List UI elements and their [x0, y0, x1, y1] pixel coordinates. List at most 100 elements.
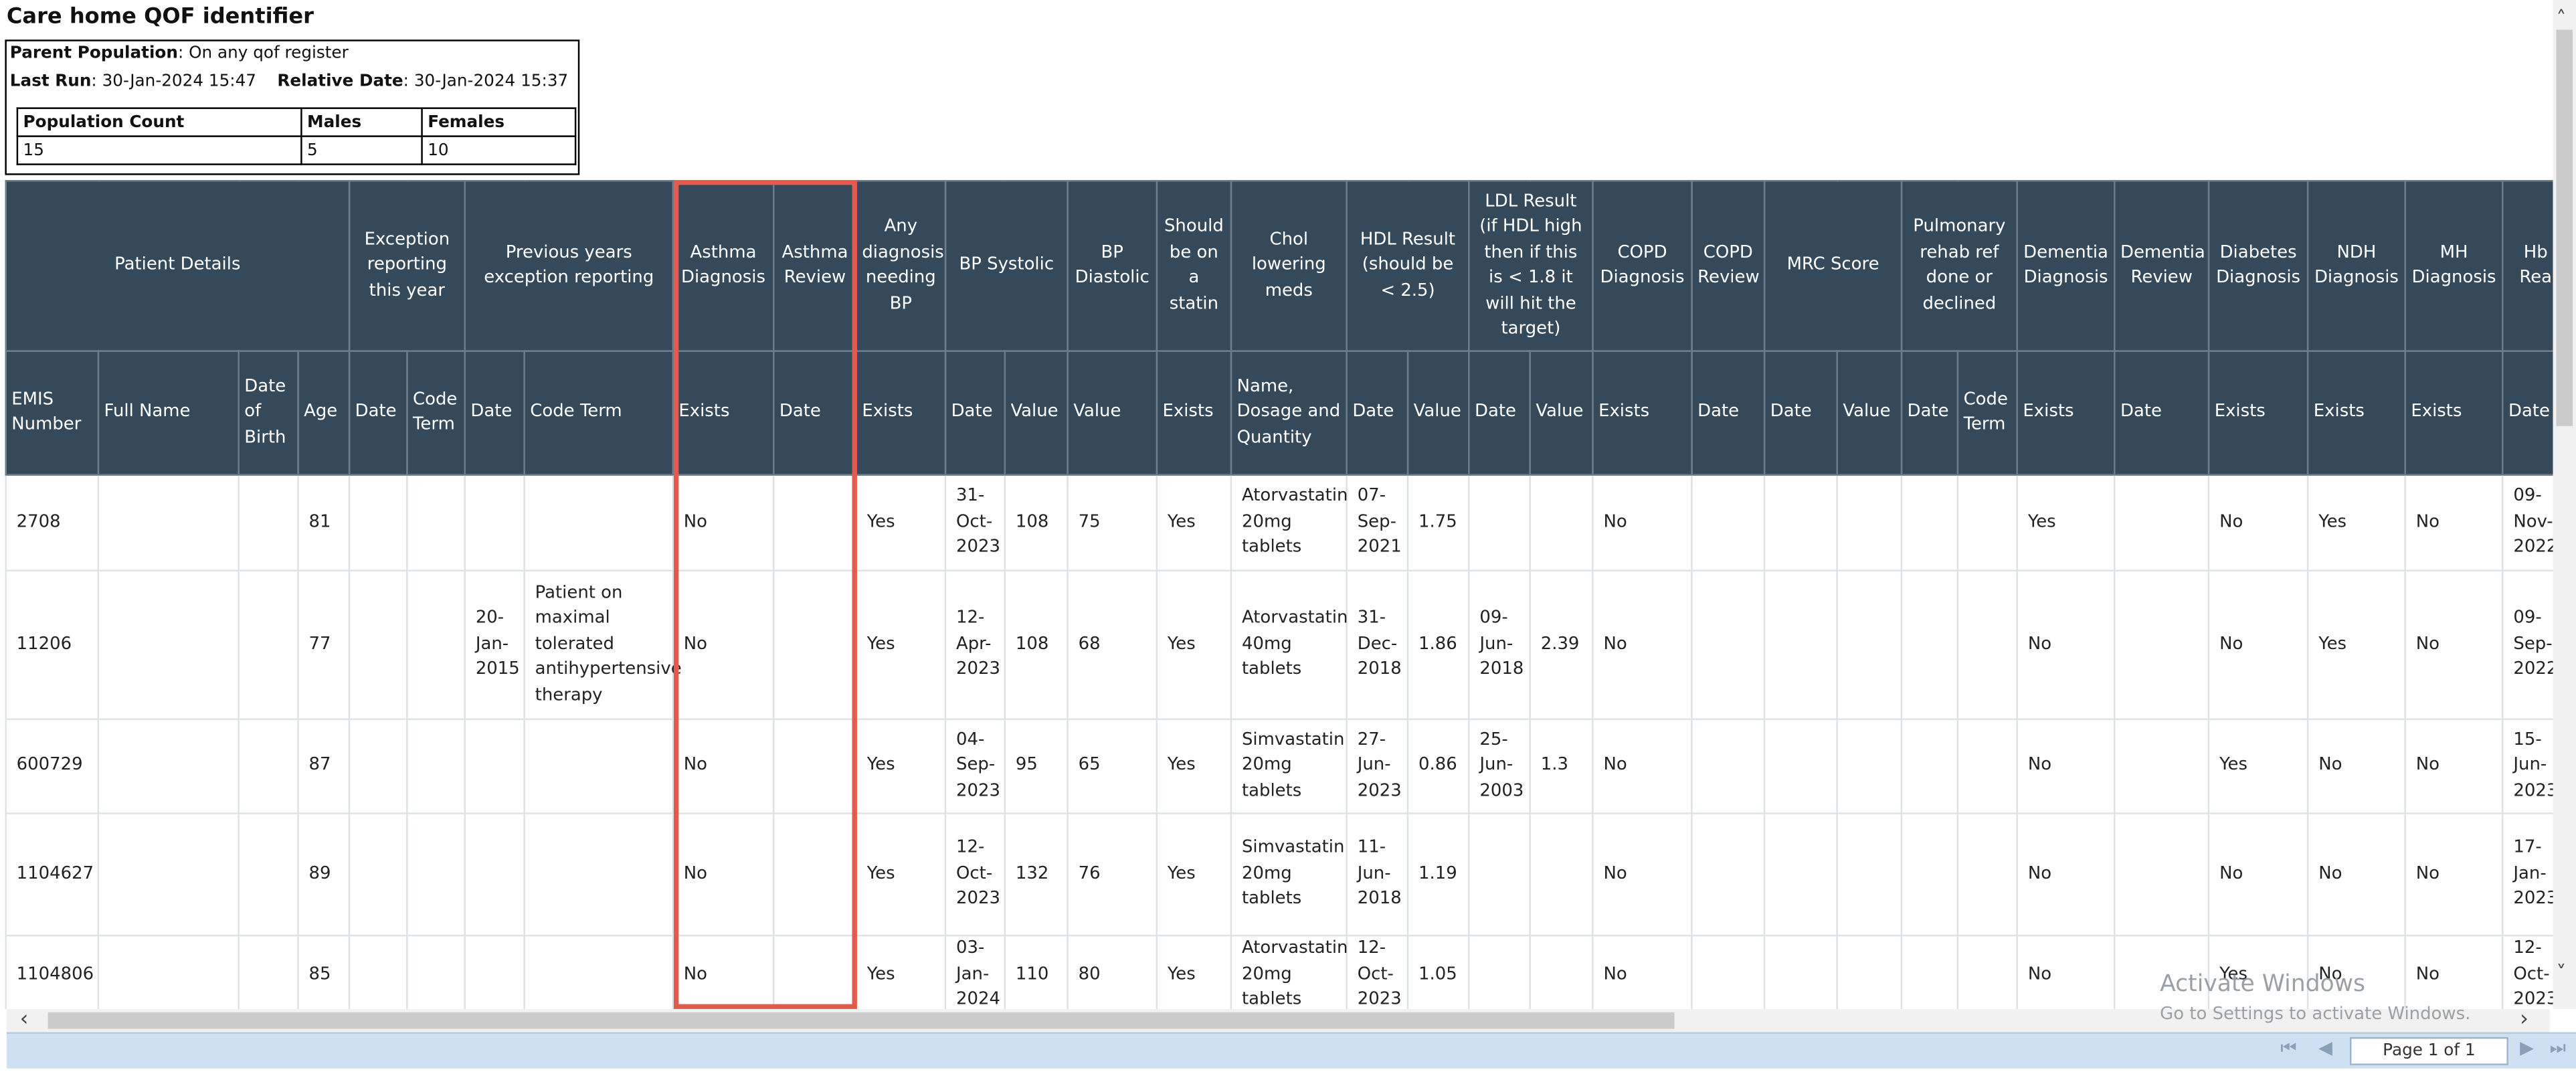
table-cell: [1529, 474, 1594, 571]
column-header[interactable]: Value: [1004, 350, 1069, 476]
previous-page-icon[interactable]: ◀: [2318, 1037, 2332, 1059]
table-cell: 600729: [5, 718, 100, 814]
table-cell: 15-Jun-2023: [2502, 718, 2553, 814]
column-header[interactable]: Exists: [1592, 350, 1693, 476]
table-row[interactable]: 1104627 89 No Yes 12-Oct-2023 132 76 Yes Simvast…: [5, 812, 2553, 937]
column-header[interactable]: Exists: [2306, 350, 2406, 476]
table-row[interactable]: 11206 77 20-Jan-2015 Patient on maximal tol…: [5, 569, 2553, 721]
population-count-table: Population Count Males Females 15 5 10: [16, 107, 577, 165]
column-header[interactable]: Date: [464, 350, 525, 476]
table-cell: No: [2306, 812, 2406, 937]
table-cell: [348, 474, 408, 571]
group-header-copd-review: COPD Review: [1691, 180, 1766, 352]
table-cell: [464, 474, 525, 571]
vertical-scroll-thumb[interactable]: [2556, 29, 2573, 426]
males-value: 5: [300, 135, 423, 165]
column-header[interactable]: Code Term: [1956, 350, 2019, 476]
parent-population-label: Parent Population: [9, 44, 178, 63]
group-header-statin-indicated: Should be on a statin: [1156, 180, 1232, 352]
table-cell: [1956, 812, 2019, 937]
column-header[interactable]: Date: [2502, 350, 2553, 476]
vertical-scrollbar[interactable]: ˄ ˅: [2553, 0, 2576, 1009]
column-header[interactable]: Value: [1836, 350, 1903, 476]
column-header[interactable]: EMIS Number: [5, 350, 100, 476]
column-header[interactable]: Date of Birth: [238, 350, 299, 476]
scroll-down-icon[interactable]: ˅: [2556, 961, 2566, 984]
column-header[interactable]: Exists: [2404, 350, 2504, 476]
column-header[interactable]: Exists: [1156, 350, 1232, 476]
column-header[interactable]: Exists: [855, 350, 947, 476]
column-header[interactable]: Date: [944, 350, 1006, 476]
table-cell: [1956, 474, 2019, 571]
table-cell: [406, 934, 466, 1009]
horizontal-scroll-thumb[interactable]: [48, 1012, 1675, 1029]
column-header[interactable]: Name, Dosage and Quantity: [1230, 350, 1348, 476]
scroll-up-icon[interactable]: ˄: [2556, 7, 2566, 30]
column-header[interactable]: Exists: [2207, 350, 2309, 476]
table-cell: No: [672, 812, 775, 937]
table-cell: [464, 718, 525, 814]
scroll-left-icon[interactable]: ‹: [20, 1008, 29, 1033]
report-title: Care home QOF identifier: [6, 5, 314, 30]
column-header[interactable]: Value: [1406, 350, 1470, 476]
table-cell: 68: [1067, 569, 1158, 721]
table-cell: 31-Oct-2023: [944, 474, 1006, 571]
table-cell: [523, 474, 674, 571]
column-header[interactable]: Exists: [2016, 350, 2116, 476]
column-header[interactable]: Date: [773, 350, 857, 476]
last-page-icon[interactable]: ⏭: [2550, 1037, 2566, 1061]
table-cell: [1956, 934, 2019, 1009]
table-cell: Yes: [855, 474, 947, 571]
table-cell: [406, 474, 466, 571]
table-cell: 2.39: [1529, 569, 1594, 721]
column-header[interactable]: Date: [1691, 350, 1766, 476]
table-row[interactable]: 600729 87 No Yes 04-Sep-2023 95 65 Yes Simvastat…: [5, 718, 2553, 814]
column-header[interactable]: Code Term: [523, 350, 674, 476]
table-cell: [1468, 474, 1531, 571]
table-cell: [523, 934, 674, 1009]
first-page-icon[interactable]: ⏮: [2280, 1037, 2296, 1061]
column-header[interactable]: Date: [1346, 350, 1409, 476]
column-header[interactable]: Exists: [672, 350, 775, 476]
redacted-date-of-birth: [238, 569, 299, 721]
table-cell: [2114, 569, 2210, 721]
column-header[interactable]: Date: [348, 350, 408, 476]
column-header[interactable]: Value: [1067, 350, 1158, 476]
table-cell: [348, 812, 408, 937]
column-header[interactable]: Date: [1763, 350, 1838, 476]
table-cell: Yes: [2306, 474, 2406, 571]
column-header[interactable]: Value: [1529, 350, 1594, 476]
table-cell: 132: [1004, 812, 1069, 937]
column-header[interactable]: Code Term: [406, 350, 466, 476]
page-indicator: Page 1 of 1: [2349, 1037, 2508, 1065]
group-header-exception-this-year: Exception reporting this year: [348, 180, 466, 352]
table-cell: [1691, 812, 1766, 937]
redacted-date-of-birth: [238, 474, 299, 571]
next-page-icon[interactable]: ▶: [2520, 1037, 2534, 1059]
column-header[interactable]: Date: [1900, 350, 1959, 476]
table-cell: [1956, 569, 2019, 721]
group-header-asthma-diagnosis: Asthma Diagnosis: [672, 180, 775, 352]
table-cell: 11-Jun-2018: [1346, 812, 1409, 937]
column-header[interactable]: Date: [2114, 350, 2210, 476]
table-cell: 17-Jan-2023: [2502, 812, 2553, 937]
table-cell: Yes: [1156, 569, 1232, 721]
table-cell: 20-Jan-2015: [464, 569, 525, 721]
scroll-right-icon[interactable]: ›: [2520, 1008, 2528, 1033]
parent-population-line: Parent Population: On any qof register: [10, 45, 349, 63]
table-cell: [464, 812, 525, 937]
table-cell: 09-Sep-2022: [2502, 569, 2553, 721]
group-header-chol-meds: Chol lowering meds: [1230, 180, 1348, 352]
group-header-ndh-diagnosis: NDH Diagnosis: [2306, 180, 2406, 352]
table-cell: 95: [1004, 718, 1069, 814]
table-cell: Yes: [855, 569, 947, 721]
table-row[interactable]: 2708 81 No Yes 31-Oct-2023 108 75 Yes Atorvastat…: [5, 474, 2553, 571]
column-header[interactable]: Age: [297, 350, 351, 476]
group-header-dementia-diagnosis: Dementia Diagnosis: [2016, 180, 2116, 352]
column-header[interactable]: Date: [1468, 350, 1531, 476]
group-header-copd-diagnosis: COPD Diagnosis: [1592, 180, 1693, 352]
redacted-full-name: [97, 718, 240, 814]
column-header[interactable]: Full Name: [97, 350, 240, 476]
table-cell: 1.3: [1529, 718, 1594, 814]
redacted-date-of-birth: [238, 934, 299, 1009]
